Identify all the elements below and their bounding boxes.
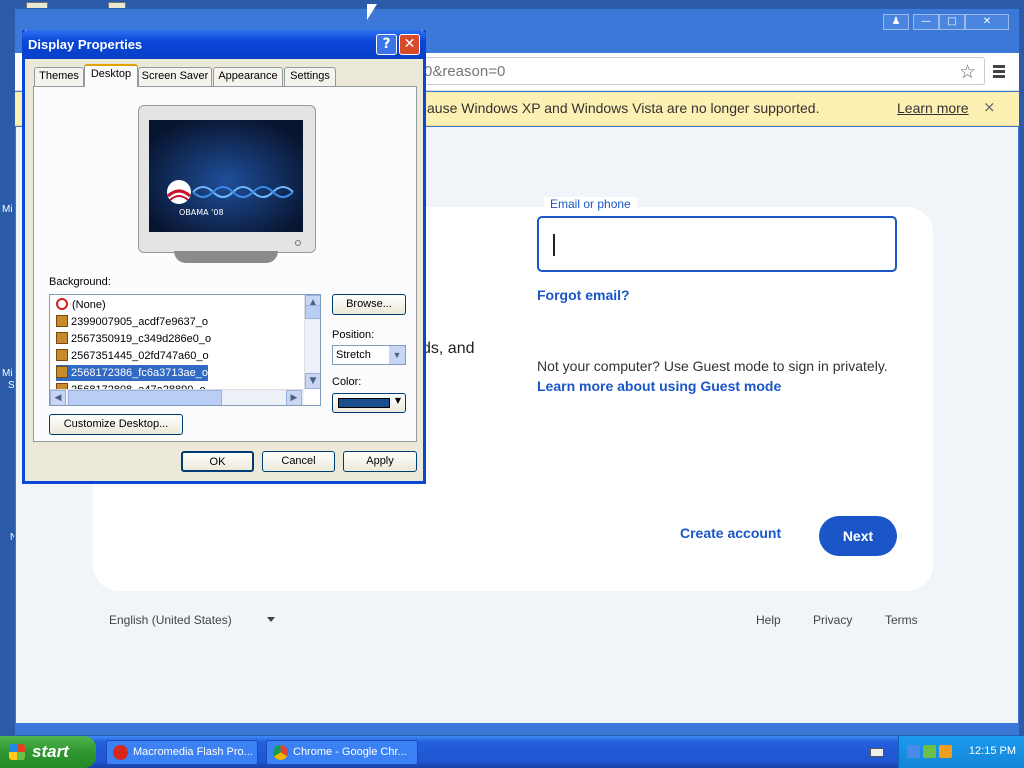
list-item[interactable]: 2399007905_acdf7e9637_o [56,314,208,330]
infobar-close-icon[interactable]: × [983,98,996,116]
image-file-icon [56,332,68,344]
network-icon[interactable] [907,745,920,758]
address-bar[interactable]: 0&reason=0 ☆ [415,57,985,85]
customize-desktop-button[interactable]: Customize Desktop... [49,414,183,435]
close-button[interactable]: ✕ [965,14,1009,30]
help-button[interactable]: ? [376,34,397,55]
list-item[interactable]: 2567350919_c349d286e0_o [56,331,211,347]
start-button[interactable]: start [0,736,96,768]
list-item-label: 2567351445_02fd747a60_o [71,350,209,362]
forgot-email-link[interactable]: Forgot email? [537,287,630,303]
tab-desktop[interactable]: Desktop [84,64,138,87]
infobar-message: ause Windows XP and Windows Vista are no… [427,100,820,116]
image-file-icon [56,349,68,361]
image-file-icon [56,315,68,327]
footer-terms-link[interactable]: Terms [885,613,918,627]
wallpaper-caption: OBAMA '08 [179,208,224,217]
create-account-link[interactable]: Create account [680,525,781,541]
email-field[interactable] [537,216,897,272]
color-label: Color: [332,376,362,388]
ok-button[interactable]: OK [181,451,254,472]
tab-appearance[interactable]: Appearance [213,67,283,86]
text-caret [553,234,555,256]
apply-button[interactable]: Apply [343,451,417,472]
desktop-icon-label: Mi [2,368,13,379]
vertical-scrollbar[interactable]: ▲ ▼ [304,295,320,389]
monitor-preview: OBAMA '08 [138,105,316,267]
clock: 12:15 PM [968,745,1016,757]
scroll-thumb[interactable] [68,390,222,405]
scroll-right-icon[interactable]: ▶ [286,390,302,405]
taskbar-item-label: Macromedia Flash Pro... [133,746,253,758]
scroll-left-icon[interactable]: ◀ [50,390,66,405]
address-bar-url[interactable]: 0&reason=0 [424,63,505,80]
list-item-label: 2567350919_c349d286e0_o [71,333,212,345]
taskbar: start Macromedia Flash Pro... Chrome - G… [0,736,1024,768]
signin-description-fragment: ds, and [422,340,475,357]
taskbar-item-label: Chrome - Google Chr... [293,746,407,758]
position-select[interactable]: Stretch ▼ [332,345,406,365]
windows-logo-icon [9,744,25,760]
system-tray: 12:15 PM [898,736,1024,768]
color-swatch [338,398,390,408]
list-item-label: (None) [72,299,106,311]
profile-button[interactable]: ♟ [883,14,909,30]
chevron-down-icon[interactable] [267,617,275,622]
scroll-down-icon[interactable]: ▼ [305,373,320,389]
chrome-app-icon [273,745,288,760]
keyboard-icon[interactable] [870,748,884,757]
dialog-title: Display Properties [28,37,143,52]
guest-mode-link[interactable]: Learn more about using Guest mode [537,378,781,394]
minimize-button[interactable]: — [913,14,939,30]
next-button[interactable]: Next [819,516,897,556]
list-item-label: 2568172386_fc6a3713ae_o [71,367,209,379]
desktop-tab-panel: OBAMA '08 Background: (None) 2399007905_… [33,86,417,442]
infobar-learn-more-link[interactable]: Learn more [897,100,969,116]
monitor-bezel: OBAMA '08 [138,105,316,253]
list-item-label: 2399007905_acdf7e9637_o [71,316,209,328]
tray-app-icon[interactable] [923,745,936,758]
desktop-icon-label: Mi [2,204,13,215]
chrome-menu-icon[interactable] [993,65,1005,80]
tab-screen-saver[interactable]: Screen Saver [138,67,212,86]
bookmark-star-icon[interactable]: ☆ [959,61,976,83]
dialog-titlebar[interactable]: Display Properties ? ✕ [22,30,426,59]
monitor-stand [174,251,278,263]
background-list[interactable]: (None) 2399007905_acdf7e9637_o 256735091… [49,294,321,406]
taskbar-item-chrome[interactable]: Chrome - Google Chr... [266,740,418,765]
flash-app-icon [113,745,128,760]
display-properties-dialog: Display Properties ? ✕ Themes Desktop Sc… [22,30,426,484]
guest-mode-text: Not your computer? Use Guest mode to sig… [537,358,888,374]
list-item[interactable]: (None) [56,297,106,313]
color-picker-button[interactable]: ▼ [332,393,406,413]
footer-help-link[interactable]: Help [756,613,781,627]
power-led-icon [295,240,301,246]
horizontal-scrollbar[interactable]: ◀ ▶ [50,389,304,405]
language-selector[interactable]: English (United States) [109,613,232,627]
position-label: Position: [332,329,375,341]
chevron-down-icon[interactable]: ▼ [389,346,405,364]
image-file-icon [56,366,68,378]
list-item-selected[interactable]: 2568172386_fc6a3713ae_o [56,365,209,381]
chevron-down-icon: ▼ [394,396,401,405]
tab-settings[interactable]: Settings [284,67,336,86]
wallpaper-preview: OBAMA '08 [149,120,303,232]
maximize-button[interactable]: □ [939,14,965,30]
no-entry-icon [56,298,68,310]
scroll-thumb[interactable] [305,305,320,319]
position-value: Stretch [336,349,371,361]
background-label: Background: [49,276,111,288]
start-label: start [32,742,69,761]
email-field-label: Email or phone [544,197,637,211]
search-icon[interactable] [939,745,952,758]
tab-themes[interactable]: Themes [34,67,84,86]
footer-privacy-link[interactable]: Privacy [813,613,852,627]
taskbar-item-flash[interactable]: Macromedia Flash Pro... [106,740,258,765]
list-item[interactable]: 2567351445_02fd747a60_o [56,348,209,364]
dialog-close-button[interactable]: ✕ [399,34,420,55]
mouse-cursor-icon [367,4,377,20]
browse-button[interactable]: Browse... [332,294,406,315]
cancel-button[interactable]: Cancel [262,451,335,472]
